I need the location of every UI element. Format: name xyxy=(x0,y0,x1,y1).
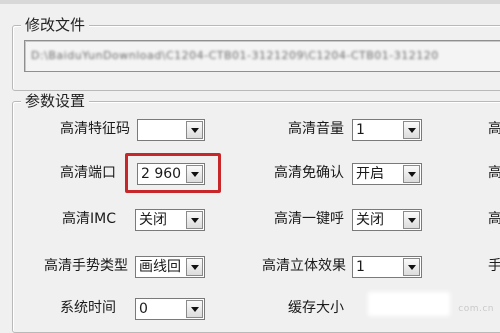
right-col-label-0: 高 xyxy=(488,121,500,137)
chevron-down-icon[interactable] xyxy=(403,258,420,276)
window-top-edge xyxy=(0,0,500,4)
hd-one-key-call-value: 关闭 xyxy=(356,212,384,228)
hd-3d-effect-select[interactable]: 1 xyxy=(352,256,422,278)
hd-imc-select[interactable]: 关闭 xyxy=(135,209,205,231)
hd-no-confirm-label: 高清免确认 xyxy=(274,165,344,181)
chevron-down-icon[interactable] xyxy=(403,121,420,139)
file-path-text: D:\BaiduYunDownload\C1204-CTB01-3121209\… xyxy=(31,49,439,62)
hd-feature-code-select[interactable] xyxy=(137,119,205,141)
hd-feature-code-label: 高清特征码 xyxy=(60,121,130,137)
hd-port-highlight-box xyxy=(125,153,221,193)
hd-imc-label: 高清IMC xyxy=(62,211,116,227)
chevron-down-icon[interactable] xyxy=(403,165,420,183)
file-path-field[interactable]: D:\BaiduYunDownload\C1204-CTB01-3121209\… xyxy=(24,40,500,72)
system-time-label: 系统时间 xyxy=(60,300,116,316)
system-time-select[interactable]: 0 xyxy=(135,298,205,320)
hd-volume-label: 高清音量 xyxy=(288,121,344,137)
hd-3d-effect-label: 高清立体效果 xyxy=(262,258,346,274)
hd-port-label: 高清端口 xyxy=(60,165,116,181)
hd-gesture-type-value: 画线回 xyxy=(139,259,181,275)
hd-gesture-type-label: 高清手势类型 xyxy=(44,258,128,274)
hd-one-key-call-label: 高清一键呼 xyxy=(274,211,344,227)
cache-size-field-blurred[interactable] xyxy=(368,292,450,316)
right-col-label-2: 高 xyxy=(488,211,500,227)
chevron-down-icon[interactable] xyxy=(186,121,203,139)
chevron-down-icon[interactable] xyxy=(186,211,203,229)
hd-gesture-type-select[interactable]: 画线回 xyxy=(135,256,205,278)
params-title: 参数设置 xyxy=(21,91,90,111)
hd-no-confirm-select[interactable]: 开启 xyxy=(352,163,422,185)
chevron-down-icon[interactable] xyxy=(186,300,203,318)
modify-file-title: 修改文件 xyxy=(21,15,90,35)
hd-volume-select[interactable]: 1 xyxy=(352,119,422,141)
right-col-label-1: 高 xyxy=(488,165,500,181)
hd-volume-value: 1 xyxy=(356,122,365,138)
cache-size-label: 缓存大小 xyxy=(288,300,344,316)
system-time-value: 0 xyxy=(139,301,148,317)
right-col-label-3: 手 xyxy=(488,258,500,274)
hd-feature-code-value xyxy=(141,120,182,140)
hd-3d-effect-value: 1 xyxy=(356,259,365,275)
hd-no-confirm-value: 开启 xyxy=(356,166,384,182)
hd-imc-value: 关闭 xyxy=(139,212,167,228)
chevron-down-icon[interactable] xyxy=(403,211,420,229)
chevron-down-icon[interactable] xyxy=(186,258,203,276)
hd-one-key-call-select[interactable]: 关闭 xyxy=(352,209,422,231)
watermark-text: com.cn xyxy=(458,304,494,314)
